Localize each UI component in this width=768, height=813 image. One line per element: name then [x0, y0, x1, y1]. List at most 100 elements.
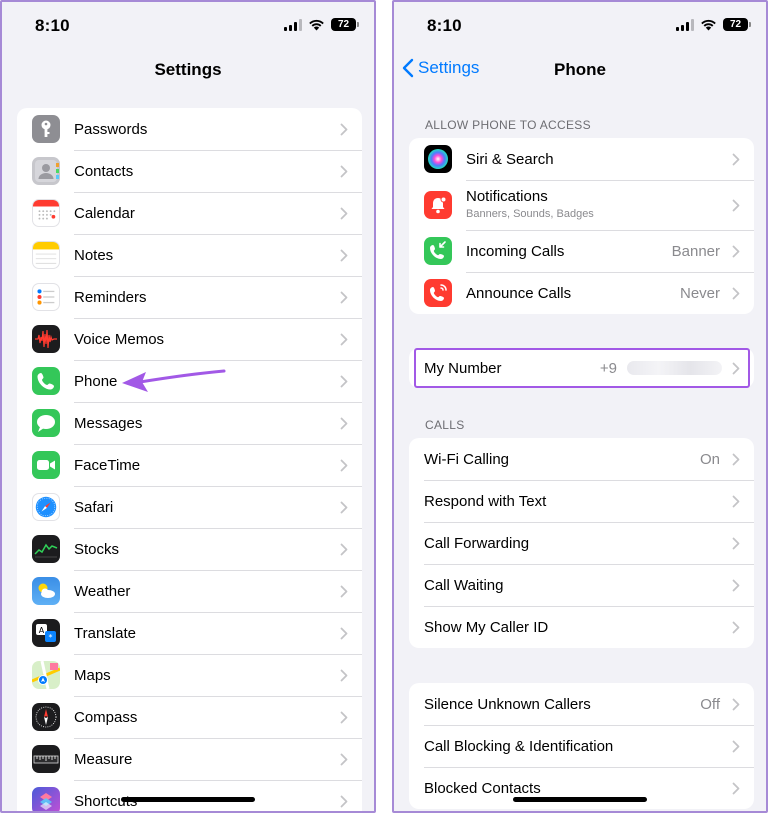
chevron-right-icon	[340, 795, 348, 808]
settings-screen: 8:10 72 Settings Passwords Contacts Cale…	[0, 0, 376, 813]
translate-icon: A *	[32, 619, 60, 647]
settings-item-label: Messages	[74, 414, 143, 432]
silence-unknown-callers-row[interactable]: Silence Unknown Callers Off	[409, 683, 754, 725]
chevron-right-icon	[340, 627, 348, 640]
status-time: 8:10	[427, 16, 462, 35]
notifications-row[interactable]: Notifications Banners, Sounds, Badges	[409, 180, 754, 230]
status-bar: 8:10 72	[2, 2, 374, 48]
settings-item-reminders[interactable]: Reminders	[17, 276, 362, 318]
settings-item-contacts[interactable]: Contacts	[17, 150, 362, 192]
chevron-right-icon	[340, 669, 348, 682]
svg-text:A: A	[39, 626, 45, 635]
chevron-right-icon	[340, 123, 348, 136]
key-icon	[32, 115, 60, 143]
my-number-label: My Number	[424, 359, 502, 377]
page-title: Phone	[554, 60, 606, 79]
blocked-contacts-row[interactable]: Blocked Contacts	[409, 767, 754, 809]
chevron-right-icon	[732, 362, 740, 375]
incoming-calls-label: Incoming Calls	[466, 242, 565, 260]
chevron-right-icon	[340, 165, 348, 178]
settings-item-voice-memos[interactable]: Voice Memos	[17, 318, 362, 360]
show-caller-id-label: Show My Caller ID	[424, 618, 549, 636]
chevron-right-icon	[340, 291, 348, 304]
settings-item-translate[interactable]: A * Translate	[17, 612, 362, 654]
chevron-right-icon	[340, 585, 348, 598]
show-caller-id-row[interactable]: Show My Caller ID	[409, 606, 754, 648]
section-header-calls: CALLS	[425, 418, 465, 432]
announce-calls-label: Announce Calls	[466, 284, 572, 302]
settings-item-passwords[interactable]: Passwords	[17, 108, 362, 150]
settings-item-label: FaceTime	[74, 456, 141, 474]
my-number-row[interactable]: My Number +9	[409, 348, 754, 388]
settings-item-label: Voice Memos	[74, 330, 165, 348]
announce-calls-value: Never	[679, 284, 720, 302]
incoming-calls-icon	[424, 237, 452, 265]
chevron-right-icon	[340, 501, 348, 514]
incoming-calls-value: Banner	[671, 242, 720, 260]
settings-item-label: Phone	[74, 372, 118, 390]
contacts-icon	[32, 157, 60, 185]
settings-item-label: Reminders	[74, 288, 147, 306]
call-forwarding-label: Call Forwarding	[424, 534, 530, 552]
status-time: 8:10	[35, 16, 70, 35]
chevron-right-icon	[732, 245, 740, 258]
chevron-right-icon	[732, 579, 740, 592]
settings-item-notes[interactable]: Notes	[17, 234, 362, 276]
settings-item-label: Maps	[74, 666, 111, 684]
stocks-icon	[32, 535, 60, 563]
chevron-right-icon	[732, 537, 740, 550]
wifi-calling-row[interactable]: Wi-Fi Calling On	[409, 438, 754, 480]
chevron-right-icon	[732, 453, 740, 466]
settings-item-weather[interactable]: Weather	[17, 570, 362, 612]
messages-icon	[32, 409, 60, 437]
incoming-calls-row[interactable]: Incoming Calls Banner	[409, 230, 754, 272]
announce-calls-row[interactable]: Announce Calls Never	[409, 272, 754, 314]
svg-text:*: *	[49, 633, 53, 642]
silence-unknown-callers-label: Silence Unknown Callers	[424, 695, 591, 713]
cellular-signal-icon	[676, 18, 694, 31]
notifications-sublabel: Banners, Sounds, Badges	[466, 208, 594, 220]
reminders-icon	[32, 283, 60, 311]
compass-icon	[32, 703, 60, 731]
settings-item-safari[interactable]: Safari	[17, 486, 362, 528]
blocked-contacts-label: Blocked Contacts	[424, 779, 541, 797]
settings-item-facetime[interactable]: FaceTime	[17, 444, 362, 486]
wifi-icon	[701, 19, 716, 31]
call-waiting-row[interactable]: Call Waiting	[409, 564, 754, 606]
settings-item-compass[interactable]: Compass	[17, 696, 362, 738]
calls-group: Wi-Fi Calling On Respond with Text Call …	[409, 438, 754, 648]
page-title: Settings	[154, 60, 222, 79]
chevron-right-icon	[732, 621, 740, 634]
measure-icon	[32, 745, 60, 773]
respond-with-text-row[interactable]: Respond with Text	[409, 480, 754, 522]
settings-item-measure[interactable]: Measure	[17, 738, 362, 780]
wifi-calling-value: On	[699, 450, 720, 468]
siri-search-row[interactable]: Siri & Search	[409, 138, 754, 180]
nav-bar: Settings	[2, 48, 374, 92]
home-indicator[interactable]	[121, 797, 255, 802]
home-indicator[interactable]	[513, 797, 647, 802]
section-header-access: ALLOW PHONE TO ACCESS	[425, 118, 591, 132]
call-blocking-row[interactable]: Call Blocking & Identification	[409, 725, 754, 767]
battery-icon: 72	[331, 18, 359, 31]
chevron-right-icon	[732, 287, 740, 300]
redacted-number	[627, 361, 722, 375]
call-forwarding-row[interactable]: Call Forwarding	[409, 522, 754, 564]
settings-item-label: Stocks	[74, 540, 120, 558]
my-number-group: My Number +9	[409, 348, 754, 388]
settings-item-stocks[interactable]: Stocks	[17, 528, 362, 570]
settings-item-label: Notes	[74, 246, 114, 264]
silence-unknown-callers-value: Off	[700, 695, 720, 713]
settings-item-calendar[interactable]: Calendar	[17, 192, 362, 234]
pointer-arrow-icon	[122, 369, 226, 392]
chevron-right-icon	[732, 153, 740, 166]
chevron-right-icon	[340, 753, 348, 766]
safari-icon	[32, 493, 60, 521]
voice-memos-icon	[32, 325, 60, 353]
call-blocking-label: Call Blocking & Identification	[424, 737, 614, 755]
nav-bar: Settings Phone	[394, 48, 766, 92]
settings-item-maps[interactable]: Maps	[17, 654, 362, 696]
settings-item-messages[interactable]: Messages	[17, 402, 362, 444]
settings-item-label: Passwords	[74, 120, 148, 138]
phone-settings-screen: 8:10 72 Settings Phone ALLOW PHONE TO AC…	[392, 0, 768, 813]
